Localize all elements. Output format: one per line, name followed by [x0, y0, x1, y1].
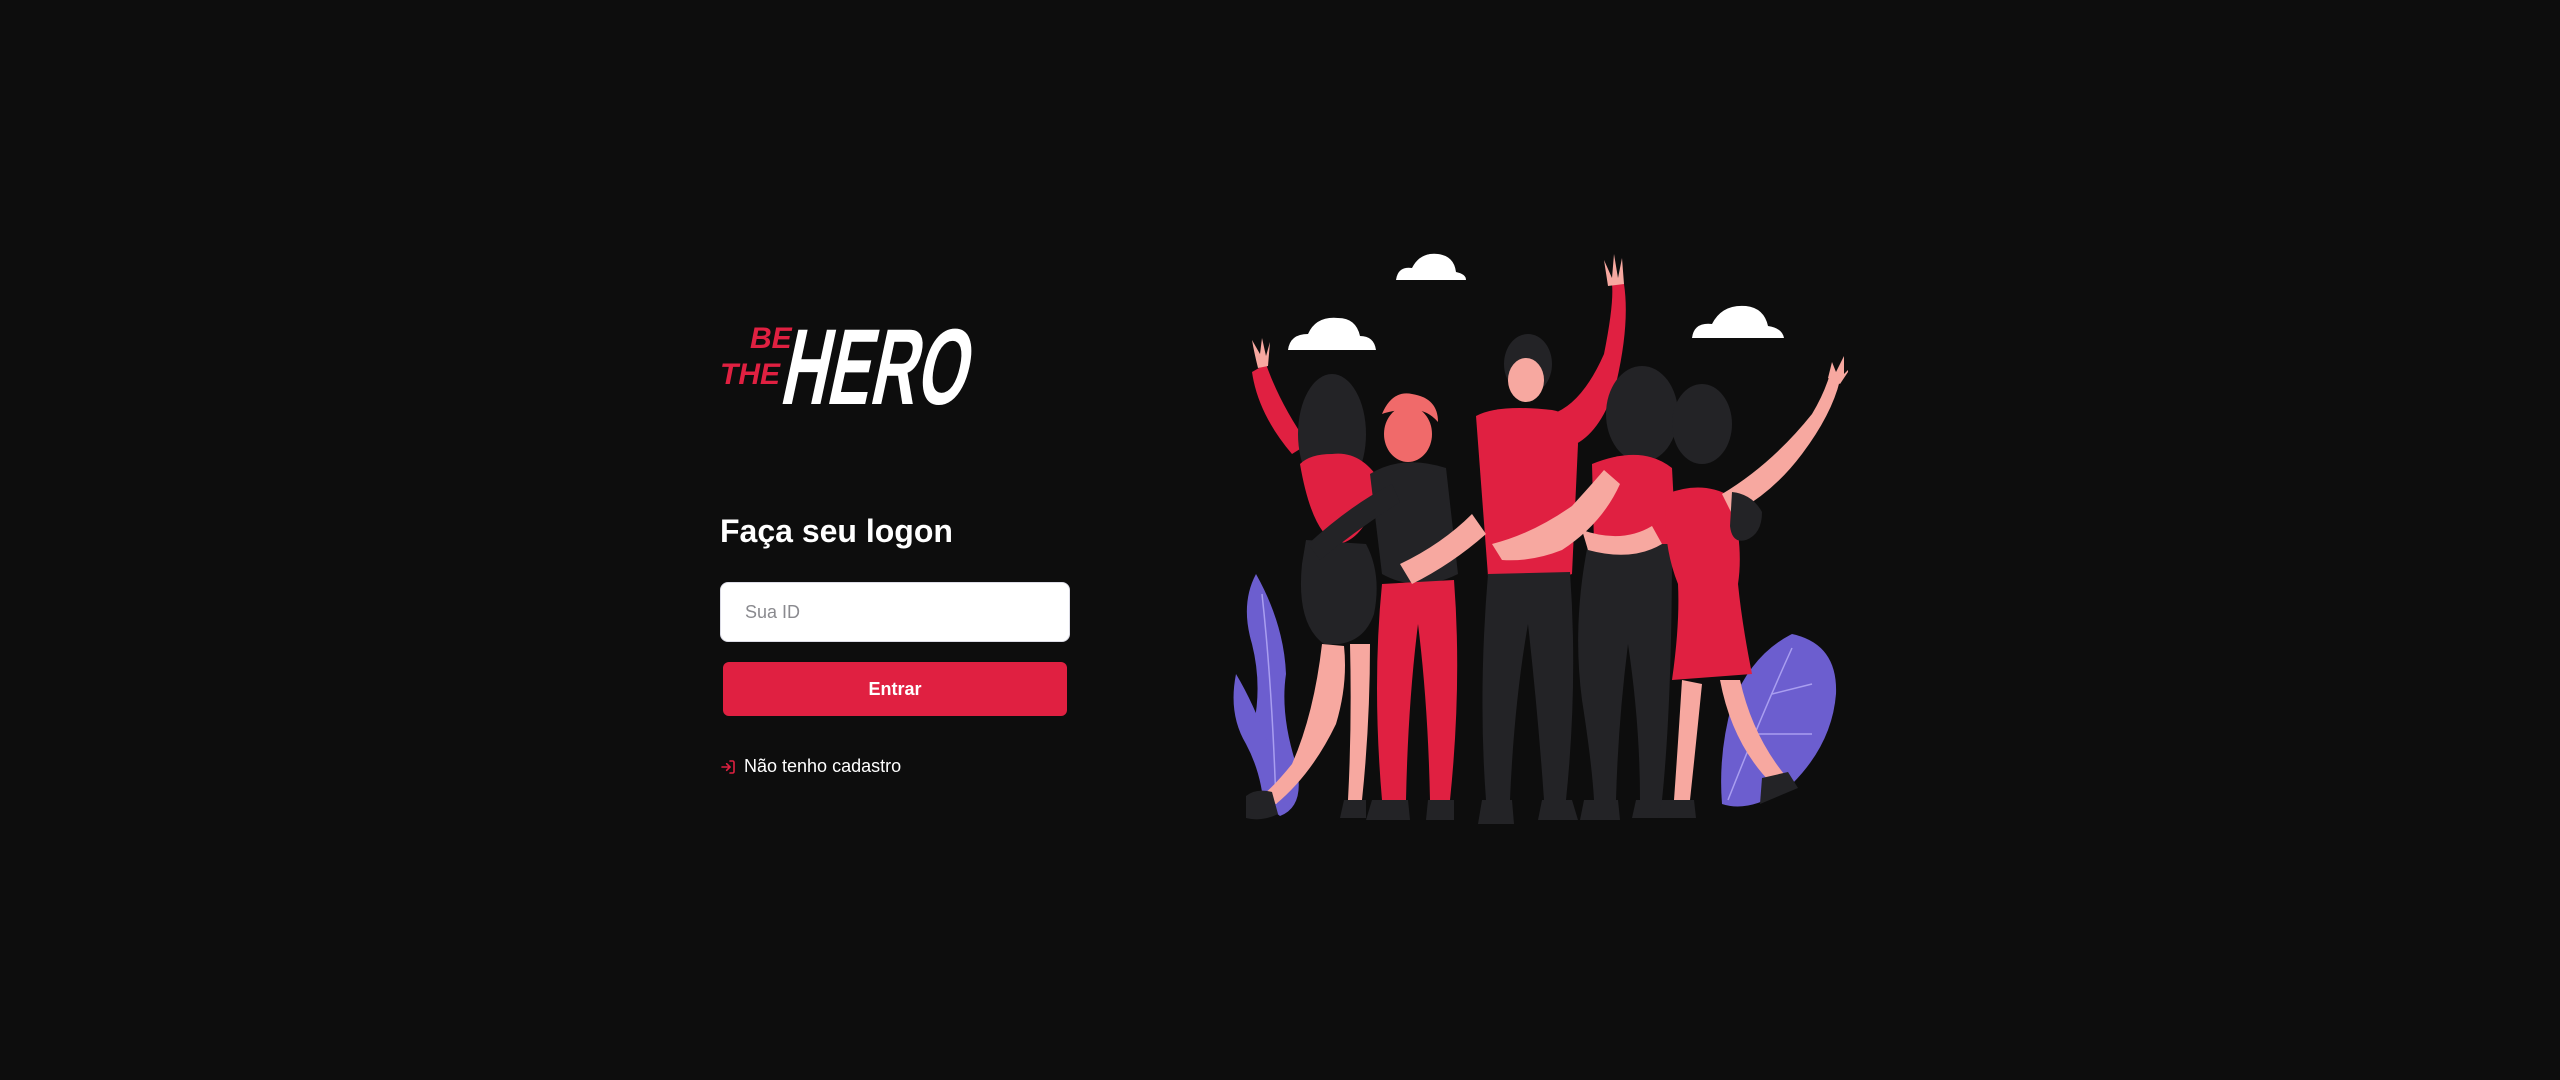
logon-section: BE THE HERO Faça seu logon Entrar Não te… [720, 300, 1070, 780]
log-in-icon [720, 759, 736, 775]
cloud-icon [1288, 317, 1376, 350]
svg-text:HERO: HERO [773, 307, 972, 412]
heroes-illustration [1233, 253, 1848, 824]
svg-text:BE: BE [750, 322, 793, 355]
page-title: Faça seu logon [720, 513, 953, 549]
be-the-hero-logo: BE THE HERO [720, 307, 972, 412]
register-link[interactable]: Não tenho cadastro [720, 756, 901, 777]
cloud-icon [1396, 253, 1466, 280]
submit-button[interactable]: Entrar [723, 662, 1067, 717]
register-link-label: Não tenho cadastro [744, 756, 902, 777]
logon-page: BE THE HERO Faça seu logon Entrar Não te… [0, 0, 2560, 1080]
id-input[interactable] [720, 582, 1070, 643]
cloud-icon [1692, 305, 1784, 338]
svg-text:THE: THE [720, 358, 781, 391]
person-5 [1658, 356, 1848, 818]
